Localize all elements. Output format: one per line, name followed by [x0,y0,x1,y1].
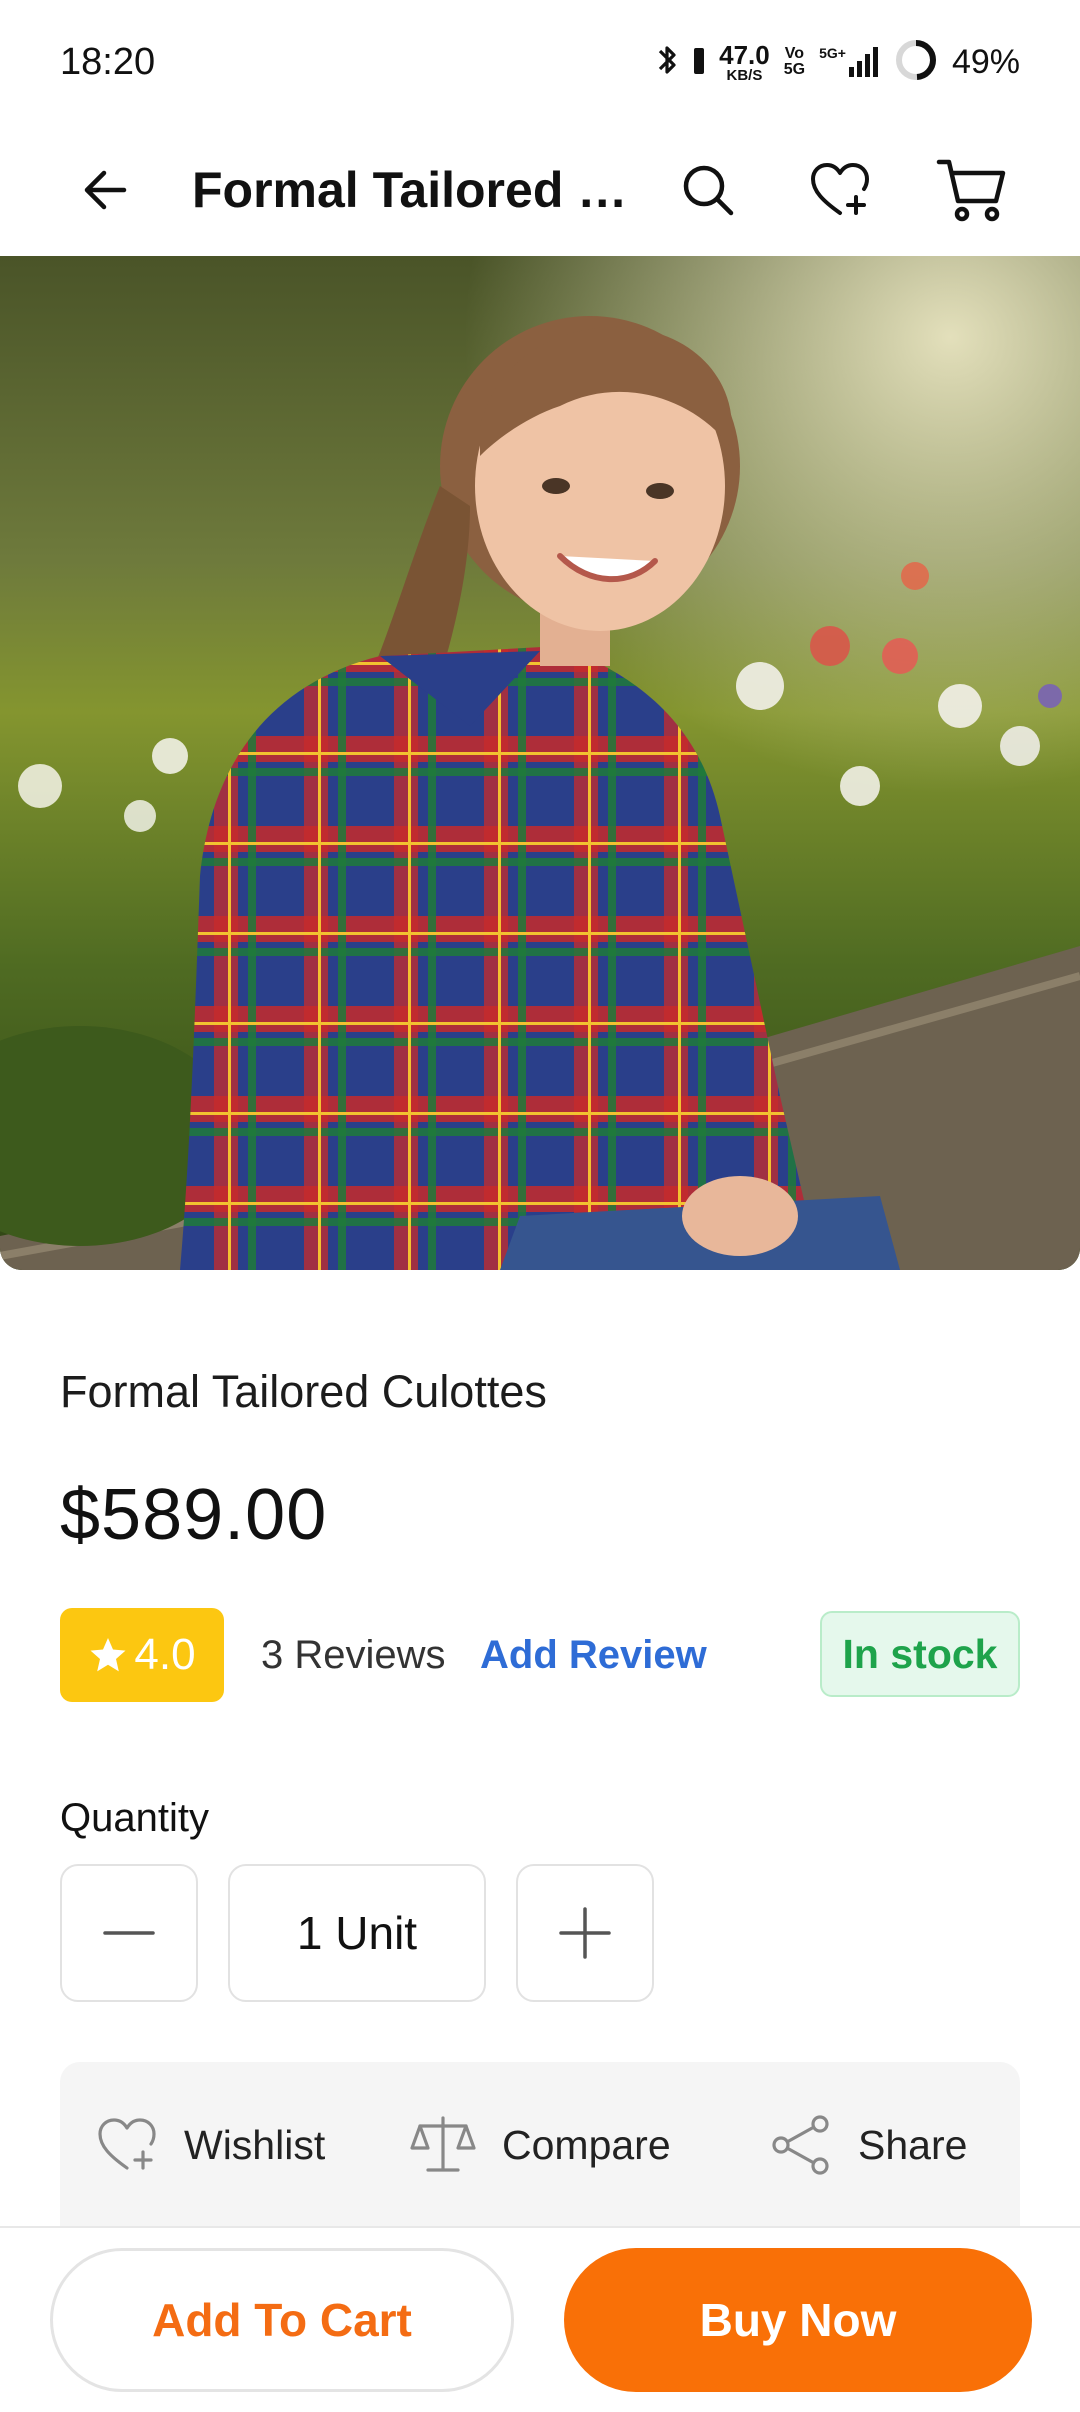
cart-button[interactable] [934,152,1010,228]
minus-icon [103,1931,155,1935]
product-image[interactable] [0,256,1080,1270]
app-header: Formal Tailored Culottes [0,124,1080,256]
search-button[interactable] [670,152,746,228]
quantity-decrease-button[interactable] [60,1864,198,2002]
quantity-label: Quantity [60,1796,209,1840]
buy-now-button[interactable]: Buy Now [564,2248,1032,2392]
add-to-cart-button[interactable]: Add To Cart [50,2248,514,2392]
heart-plus-icon [811,163,869,215]
back-button[interactable] [68,152,144,228]
wishlist-header-button[interactable] [802,152,878,228]
stock-badge: In stock [820,1611,1020,1697]
product-price: $589.00 [60,1475,328,1555]
compare-label: Compare [502,2121,671,2168]
battery-percent: 49% [951,42,1020,81]
add-review-link[interactable]: Add Review [480,1608,707,1702]
compare-button[interactable]: Compare [410,2062,671,2228]
battery-small-icon [693,45,705,80]
network-speed: 47.0 KB/S [719,39,770,84]
bluetooth-icon [657,42,679,83]
page-title: Formal Tailored Culottes [192,162,632,218]
back-arrow-icon [84,170,127,210]
wishlist-button[interactable]: Wishlist [96,2062,325,2228]
rating-value: 4.0 [134,1630,196,1679]
product-name: Formal Tailored Culottes [60,1366,547,1417]
quantity-value[interactable]: 1 Unit [228,1864,486,2002]
rating-badge: 4.0 [60,1608,224,1702]
quantity-increase-button[interactable] [516,1864,654,2002]
status-bar: 18:20 47.0 KB/S Vo 5G 5G+ 49% [0,0,1080,124]
rating-row: 4.0 3 Reviews Add Review In stock [60,1608,1020,1702]
battery-ring-icon [894,38,938,87]
plus-icon [559,1907,611,1959]
volte-indicator: Vo 5G [783,45,806,78]
status-indicators: 47.0 KB/S Vo 5G 5G+ 49% [657,38,1020,87]
share-button[interactable]: Share [770,2062,967,2228]
share-icon [772,2115,829,2175]
scale-icon [410,2116,476,2172]
share-label: Share [858,2121,968,2168]
star-icon [90,1638,126,1672]
actions-panel: Wishlist Compare Share [60,2062,1020,2232]
signal-icon: 5G+ [819,45,880,79]
reviews-count[interactable]: 3 Reviews [261,1608,446,1702]
status-time: 18:20 [60,40,156,83]
search-icon [683,165,734,216]
wishlist-label: Wishlist [184,2121,326,2168]
bottom-action-bar: Add To Cart Buy Now [0,2228,1080,2412]
heart-plus-icon [98,2118,156,2170]
cart-icon [936,159,1006,222]
